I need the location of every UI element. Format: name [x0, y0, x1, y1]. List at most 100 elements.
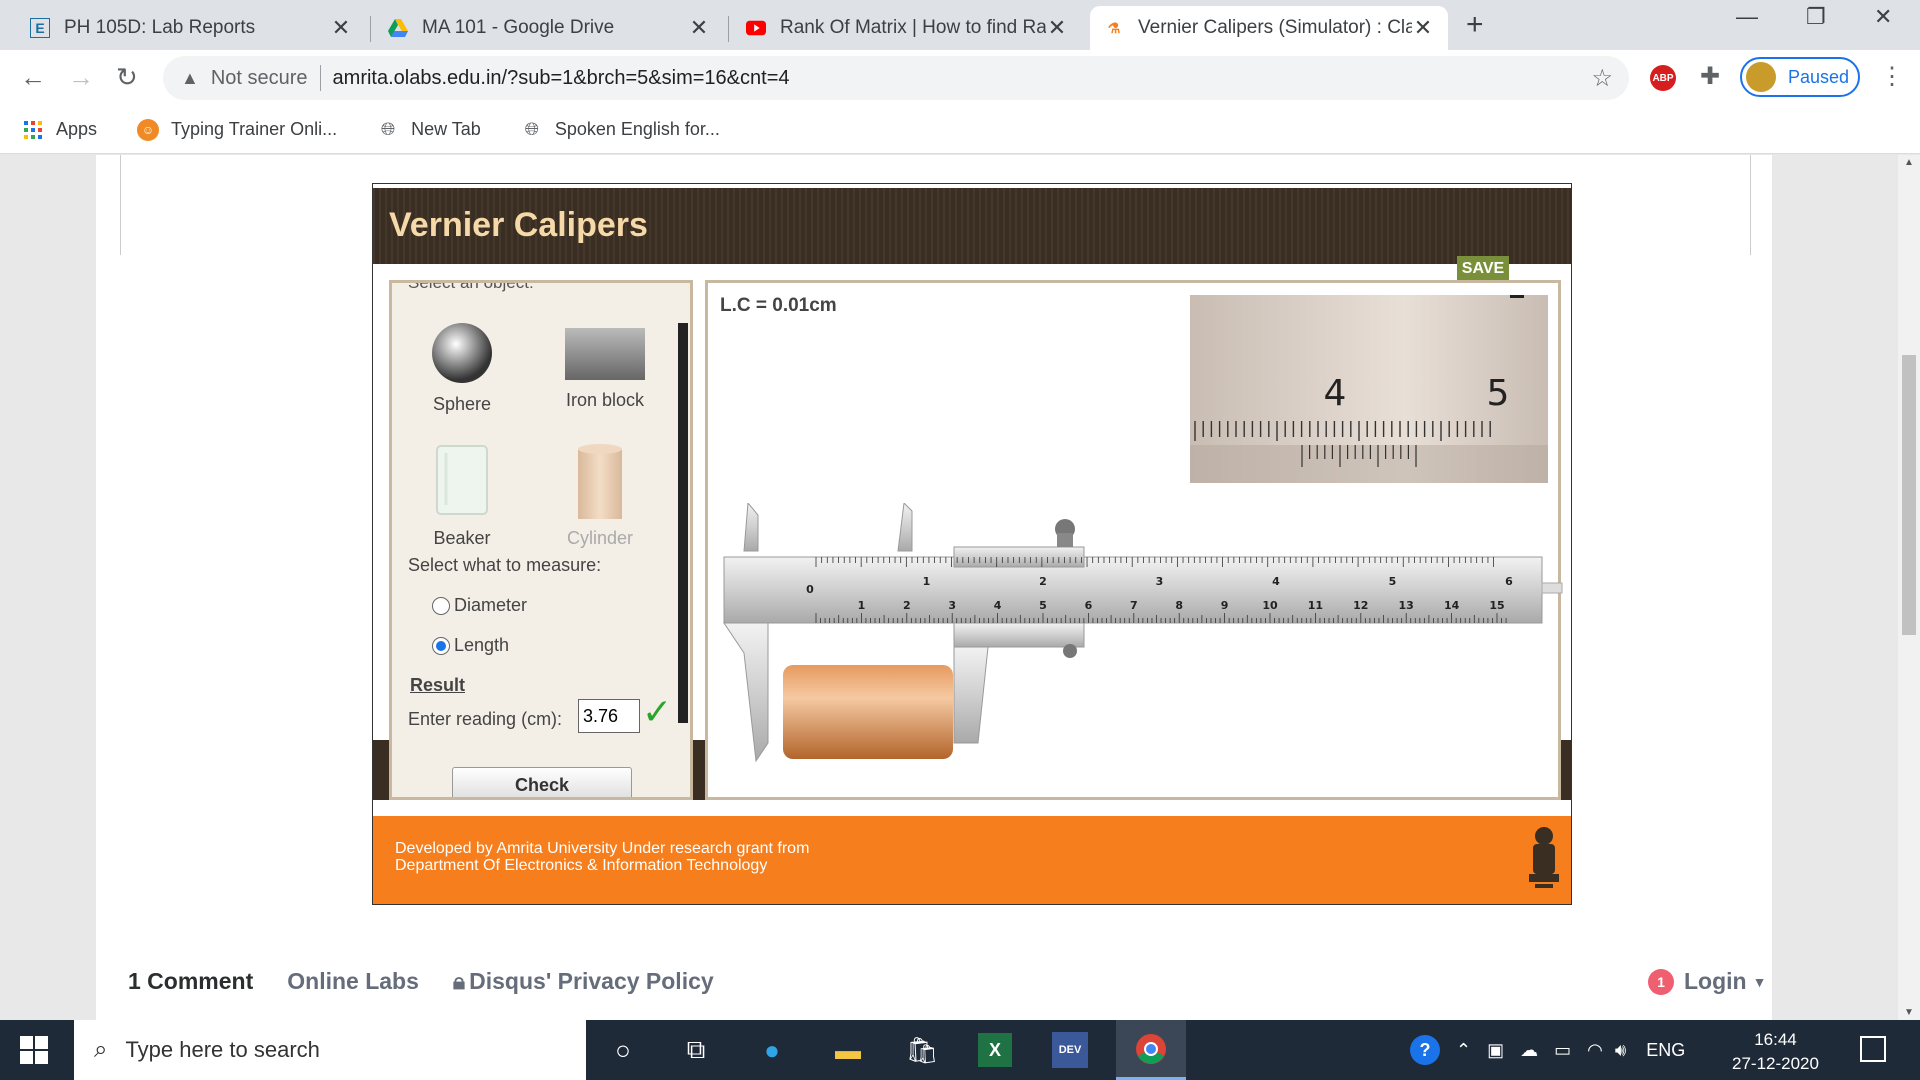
windows-start-icon[interactable] [20, 1036, 48, 1064]
close-icon[interactable]: ✕ [330, 15, 352, 41]
radio-circle[interactable] [432, 596, 450, 615]
result-heading: Result [410, 675, 466, 695]
bookmark-apps[interactable]: Apps [22, 119, 97, 141]
comment-count-tab[interactable]: 1 Comment [128, 968, 253, 995]
notification-icon[interactable] [1860, 1036, 1886, 1062]
store-icon[interactable]: 🛍︎ [902, 1030, 942, 1070]
wifi-icon[interactable]: ◠ [1587, 1040, 1603, 1061]
select-object-label: Select an object: [408, 280, 534, 292]
new-tab-button[interactable]: + [1466, 8, 1484, 42]
zoom-number: 5 [1487, 373, 1510, 414]
address-bar[interactable]: ▲ Not secure amrita.olabs.edu.in/?sub=1&… [163, 56, 1629, 100]
search-placeholder: Type here to search [125, 1037, 320, 1062]
cortana-icon[interactable]: ○ [603, 1030, 643, 1070]
close-window-icon[interactable]: ✕ [1874, 4, 1892, 30]
task-view-icon[interactable]: ⧉ [676, 1030, 716, 1070]
reload-icon[interactable]: ↻ [116, 62, 138, 93]
check-button[interactable]: Check [452, 767, 632, 797]
tab-lab-reports[interactable]: E PH 105D: Lab Reports ✕ [16, 6, 366, 50]
clock[interactable]: 16:44 27-12-2020 [1732, 1028, 1819, 1076]
object-sphere[interactable]: Sphere [422, 321, 502, 415]
bookmark-new-tab[interactable]: 🌐︎ New Tab [377, 119, 481, 141]
minimize-icon[interactable]: — [1736, 4, 1758, 30]
profile-button[interactable]: Paused [1740, 57, 1860, 97]
adblock-icon[interactable]: ABP [1650, 65, 1676, 91]
volume-icon[interactable]: 🔊︎ [1615, 1040, 1626, 1061]
vernier-scale-label: 6 [1505, 575, 1513, 588]
scroll-thumb[interactable] [1902, 355, 1916, 635]
main-scale-label: 5 [1039, 599, 1047, 612]
bookmark-label: Spoken English for... [554, 119, 720, 139]
edge-icon[interactable]: ● [752, 1030, 792, 1070]
help-icon[interactable]: ? [1410, 1035, 1440, 1065]
devcpp-icon[interactable]: DEV [1052, 1032, 1088, 1068]
simulator-title: Vernier Calipers [389, 206, 648, 244]
object-iron-block[interactable]: Iron block [560, 327, 650, 411]
profile-label: Paused [1788, 66, 1850, 87]
scroll-up-icon[interactable]: ▲ [1904, 157, 1914, 168]
security-label[interactable]: Not secure [211, 67, 308, 90]
zoom-scale-svg: 4 5 [1190, 295, 1548, 483]
tab-google-drive[interactable]: MA 101 - Google Drive ✕ [374, 6, 724, 50]
meet-icon[interactable]: ▣ [1487, 1040, 1504, 1061]
taskbar-search[interactable]: ⌕ Type here to search [74, 1020, 586, 1080]
tab-vernier-calipers[interactable]: ⚗ Vernier Calipers (Simulator) : Clas ✕ [1090, 6, 1448, 50]
close-icon[interactable]: ✕ [688, 15, 710, 41]
forward-icon[interactable]: → [68, 62, 94, 93]
vernier-caliper: 1 2 3 4 5 6 7 8 9 10 11 12 13 14 15 01 2 3 4 5 6 [723, 503, 1563, 763]
bookmark-spoken-english[interactable]: 🌐︎ Spoken English for... [521, 119, 720, 141]
close-icon[interactable]: ✕ [1046, 15, 1068, 41]
object-label: Cylinder [566, 528, 634, 548]
restore-icon[interactable]: ❐ [1806, 4, 1826, 30]
chrome-taskbar-icon[interactable] [1116, 1020, 1186, 1080]
excel-icon[interactable]: X [978, 1033, 1012, 1067]
reading-input[interactable] [578, 699, 640, 733]
radio-circle[interactable] [432, 636, 450, 655]
globe-icon: 🌐︎ [524, 119, 540, 139]
google-drive-icon [388, 18, 408, 38]
online-labs-link[interactable]: Online Labs [287, 968, 419, 995]
save-button[interactable]: SAVE [1457, 256, 1509, 282]
login-button[interactable]: 1 Login ▼ [1648, 968, 1766, 995]
chevron-up-icon[interactable]: ⌃ [1456, 1040, 1471, 1061]
tab-title: Vernier Calipers (Simulator) : Clas [1138, 17, 1412, 38]
youtube-icon [746, 18, 766, 38]
file-explorer-icon[interactable]: ▬ [828, 1030, 868, 1070]
vernier-scale-label: 0 [806, 583, 814, 596]
diameter-radio[interactable]: Diameter [432, 595, 527, 616]
main-scale-label: 4 [994, 599, 1002, 612]
battery-icon[interactable]: ▭ [1554, 1040, 1571, 1061]
login-label: Login [1684, 968, 1747, 994]
more-icon[interactable]: ⋮ [1880, 62, 1904, 91]
extensions-icon[interactable]: ✚ [1700, 62, 1720, 91]
globe-icon: 🌐︎ [380, 119, 396, 139]
warning-icon[interactable]: ▲ [181, 68, 199, 89]
page-scrollbar[interactable]: ▲ ▼ [1898, 155, 1920, 1020]
object-beaker[interactable]: Beaker [422, 443, 502, 549]
main-scale-label: 10 [1262, 599, 1278, 612]
onedrive-icon[interactable]: ☁ [1520, 1040, 1538, 1061]
cylinder-icon [578, 444, 622, 519]
language-indicator[interactable]: ENG [1646, 1040, 1685, 1061]
length-radio[interactable]: Length [432, 635, 509, 656]
back-icon[interactable]: ← [20, 62, 46, 93]
close-icon[interactable]: ✕ [1412, 15, 1434, 41]
radio-label: Diameter [454, 595, 528, 615]
vernier-scale-label: 5 [1389, 575, 1397, 588]
chrome-icon [1136, 1033, 1166, 1064]
clock-date: 27-12-2020 [1732, 1054, 1819, 1073]
tab-youtube[interactable]: Rank Of Matrix | How to find Ran ✕ [732, 6, 1082, 50]
bookmark-label: Typing Trainer Onli... [171, 119, 338, 139]
privacy-policy-link[interactable]: Disqus' Privacy Policy [469, 968, 714, 995]
main-scale-label: 1 [858, 599, 866, 612]
vernier-scale-label: 1 [923, 575, 931, 588]
windows-taskbar: ⌕ Type here to search ○ ⧉ ● ▬ 🛍︎ X DEV ?… [0, 1020, 1920, 1080]
main-scale-label: 11 [1308, 599, 1323, 612]
panel-scrollbar[interactable] [678, 323, 688, 723]
object-cylinder[interactable]: Cylinder [560, 443, 640, 549]
star-icon[interactable]: ☆ [1591, 64, 1613, 93]
scroll-down-icon[interactable]: ▼ [1904, 1007, 1914, 1018]
url-text[interactable]: amrita.olabs.edu.in/?sub=1&brch=5&sim=16… [333, 67, 790, 90]
divider [1750, 155, 1751, 255]
bookmark-typing-trainer[interactable]: ☺ Typing Trainer Onli... [137, 118, 338, 141]
